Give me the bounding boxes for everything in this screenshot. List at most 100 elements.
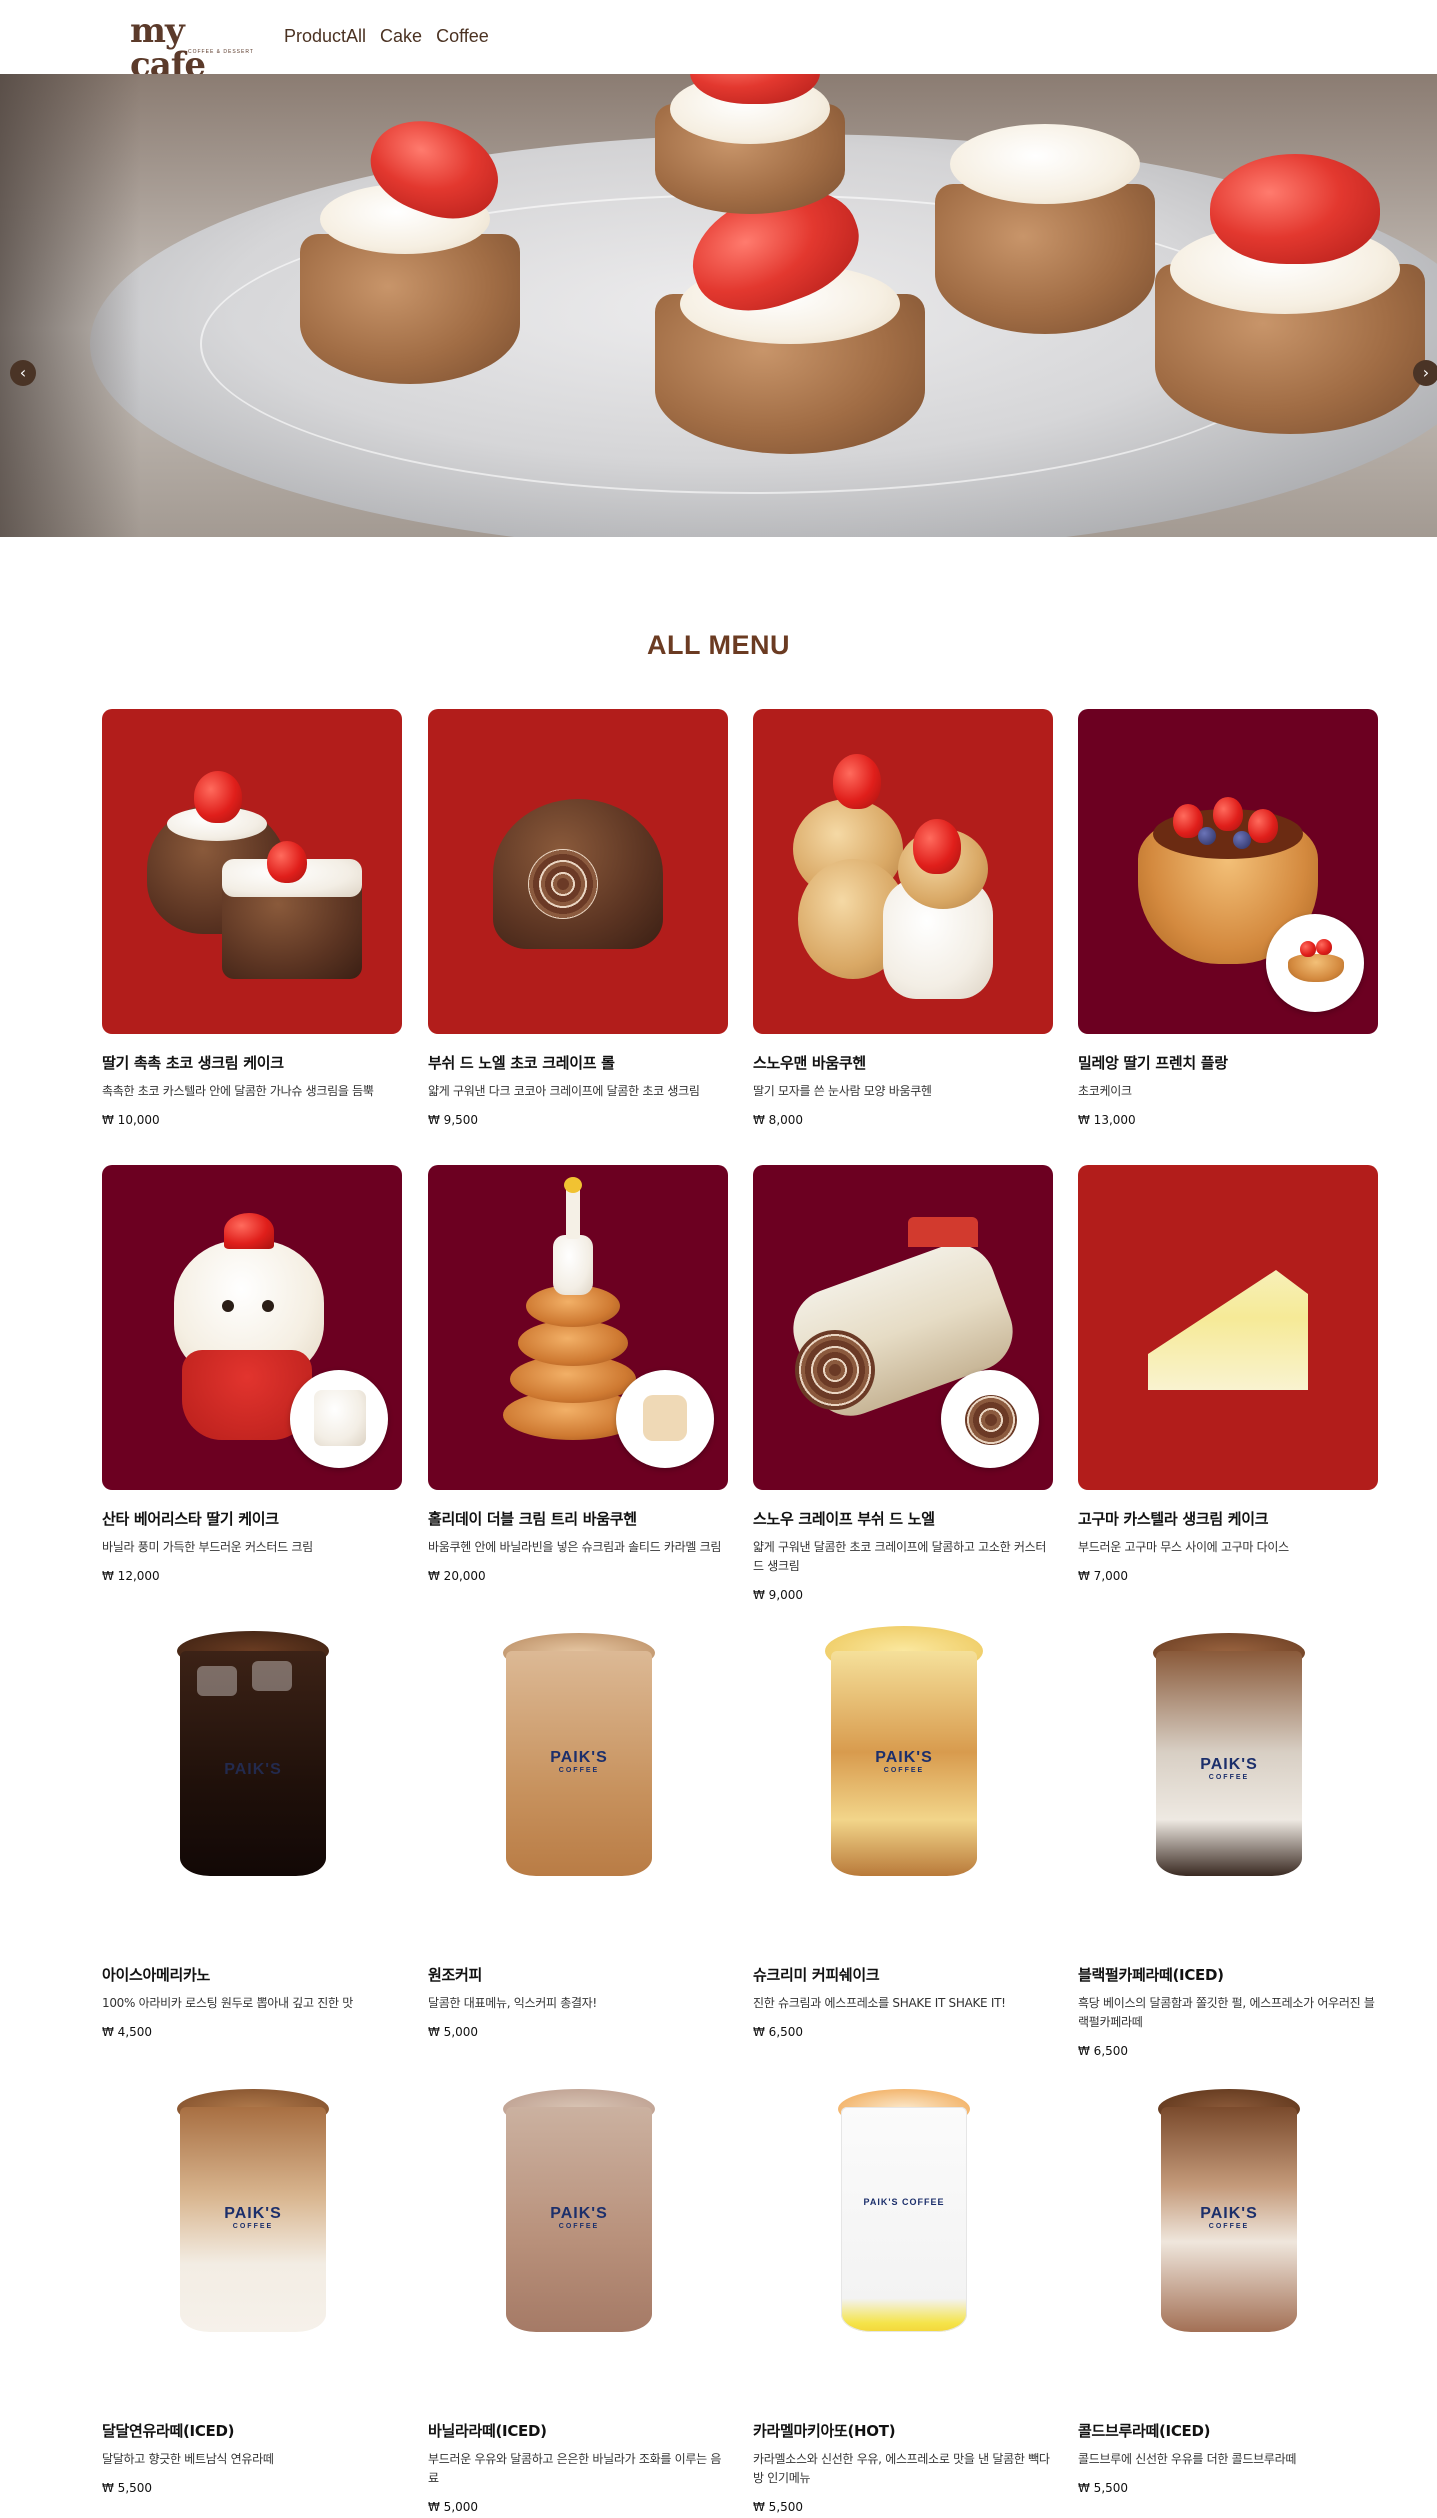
cup-brand-label: PAIK'S xyxy=(1200,2205,1258,2222)
product-price: ₩ 5,500 xyxy=(1078,2481,1129,2495)
product-name[interactable]: 블랙펄카페라떼(ICED) xyxy=(1078,1964,1378,1985)
product-name[interactable]: 콜드브루라떼(ICED) xyxy=(1078,2420,1378,2441)
product-image[interactable]: PAIK'S COFFEE xyxy=(428,2077,728,2402)
hero-carousel: ‹ › 15 xyxy=(0,74,1437,537)
product-description: 부드러운 우유와 달콤하고 은은한 바닐라가 조화를 이루는 음료 xyxy=(428,2452,722,2485)
product-card[interactable]: PAIK'S COFFEE 블랙펄카페라떼(ICED) 흑당 베이스의 달콤함과 … xyxy=(1078,1621,1378,2058)
strawberry-tart-image xyxy=(650,74,850,214)
product-card[interactable]: 밀레앙 딸기 프렌치 플랑 초코케이크 ₩ 13,000 xyxy=(1078,709,1378,1127)
product-image[interactable]: PAIK'S COFFEE xyxy=(753,2077,1053,2402)
product-card[interactable]: PAIK'S COFFEE 카라멜마키아또(HOT) 카라멜소스와 신선한 우유… xyxy=(753,2077,1053,2514)
product-description: 얇게 구워낸 다크 코코아 크레이프에 달콤한 초코 생크림 xyxy=(428,1084,700,1098)
product-price: ₩ 5,500 xyxy=(102,2481,153,2495)
product-price: ₩ 20,000 xyxy=(428,1569,486,1583)
product-card[interactable]: 딸기 촉촉 초코 생크림 케이크 촉촉한 초코 카스텔라 안에 달콤한 가나슈 … xyxy=(102,709,402,1127)
product-price: ₩ 10,000 xyxy=(102,1113,160,1127)
product-description: 카라멜소스와 신선한 우유, 에스프레소로 맛을 낸 달콤한 빽다방 인기메뉴 xyxy=(753,2452,1050,2485)
product-price: ₩ 9,500 xyxy=(428,1113,479,1127)
product-image[interactable] xyxy=(102,709,402,1034)
product-card[interactable]: PAIK'S 아이스아메리카노 100% 아라비카 로스팅 원두로 뽑아내 깊고… xyxy=(102,1621,402,2039)
product-image[interactable] xyxy=(428,709,728,1034)
product-price: ₩ 7,000 xyxy=(1078,1569,1129,1583)
product-description: 바움쿠헨 안에 바닐라빈을 넣은 슈크림과 솔티드 카라멜 크림 xyxy=(428,1540,722,1554)
product-description: 달콤한 대표메뉴, 익스커피 총결자! xyxy=(428,1996,597,2010)
product-card[interactable]: 스노우 크레이프 부쉬 드 노엘 얇게 구워낸 달콤한 초코 크레이프에 달콤하… xyxy=(753,1165,1053,1602)
product-name[interactable]: 딸기 촉촉 초코 생크림 케이크 xyxy=(102,1052,402,1073)
logo-subtitle: COFFEE & DESSERT xyxy=(188,49,254,55)
product-image[interactable] xyxy=(428,1165,728,1490)
product-description: 흑당 베이스의 달콤함과 쫄깃한 펄, 에스프레소가 어우러진 블랙펄카페라떼 xyxy=(1078,1996,1375,2029)
nav-item-productall[interactable]: ProductAll xyxy=(284,26,366,47)
product-image[interactable] xyxy=(102,1165,402,1490)
product-card[interactable]: PAIK'S COFFEE 콜드브루라떼(ICED) 콜드브루에 신선한 우유를 … xyxy=(1078,2077,1378,2495)
product-description: 촉촉한 초코 카스텔라 안에 달콤한 가나슈 생크림을 듬뿍 xyxy=(102,1084,374,1098)
cup-brand-sub: COFFEE xyxy=(558,1767,600,1774)
product-name[interactable]: 밀레앙 딸기 프렌치 플랑 xyxy=(1078,1052,1378,1073)
product-price: ₩ 5,000 xyxy=(428,2500,479,2514)
cup-brand-label: PAIK'S xyxy=(1200,1756,1258,1773)
cup-brand-sub: COFFEE xyxy=(1208,2223,1250,2230)
product-card[interactable]: 고구마 카스텔라 생크림 케이크 부드러운 고구마 무스 사이에 고구마 다이스… xyxy=(1078,1165,1378,1583)
product-price: ₩ 6,500 xyxy=(1078,2044,1129,2058)
product-name[interactable]: 고구마 카스텔라 생크림 케이크 xyxy=(1078,1508,1378,1529)
product-image[interactable]: PAIK'S COFFEE xyxy=(102,2077,402,2402)
product-image[interactable] xyxy=(1078,1165,1378,1490)
product-card[interactable]: 홀리데이 더블 크림 트리 바움쿠헨 바움쿠헨 안에 바닐라빈을 넣은 슈크림과… xyxy=(428,1165,728,1583)
main-nav: ProductAll Cake Coffee xyxy=(284,26,489,47)
strawberry-tart-image xyxy=(650,168,930,454)
product-name[interactable]: 슈크리미 커피쉐이크 xyxy=(753,1964,1053,1985)
product-name[interactable]: 아이스아메리카노 xyxy=(102,1964,402,1985)
site-header: my cafe COFFEE & DESSERT ProductAll Cake… xyxy=(0,0,1437,82)
product-name[interactable]: 스노우맨 바움쿠헨 xyxy=(753,1052,1053,1073)
product-name[interactable]: 달달연유라떼(ICED) xyxy=(102,2420,402,2441)
product-price: ₩ 8,000 xyxy=(753,1113,804,1127)
product-description: 부드러운 고구마 무스 사이에 고구마 다이스 xyxy=(1078,1540,1289,1554)
nav-item-cake[interactable]: Cake xyxy=(380,26,422,47)
cup-brand-sub: COFFEE xyxy=(558,2223,600,2230)
cup-brand-label: PAIK'S xyxy=(875,1749,933,1766)
cup-brand-label: PAIK'S xyxy=(550,1749,608,1766)
product-card[interactable]: 산타 베어리스타 딸기 케이크 바닐라 풍미 가득한 부드러운 커스터드 크림 … xyxy=(102,1165,402,1583)
nav-item-coffee[interactable]: Coffee xyxy=(436,26,489,47)
cup-brand-label: PAIK'S xyxy=(224,1761,282,1778)
product-image[interactable]: PAIK'S COFFEE xyxy=(753,1621,1053,1946)
product-price: ₩ 6,500 xyxy=(753,2025,804,2039)
product-card[interactable]: PAIK'S COFFEE 슈크리미 커피쉐이크 진한 슈크림과 에스프레소를 S… xyxy=(753,1621,1053,2039)
product-name[interactable]: 부쉬 드 노엘 초코 크레이프 롤 xyxy=(428,1052,728,1073)
product-image[interactable] xyxy=(753,709,1053,1034)
product-name[interactable]: 바닐라라떼(ICED) xyxy=(428,2420,728,2441)
product-description: 진한 슈크림과 에스프레소를 SHAKE IT SHAKE IT! xyxy=(753,1996,1006,2010)
product-name[interactable]: 산타 베어리스타 딸기 케이크 xyxy=(102,1508,402,1529)
product-price: ₩ 5,500 xyxy=(753,2500,804,2514)
product-card[interactable]: PAIK'S COFFEE 달달연유라떼(ICED) 달달하고 향긋한 베트남식 … xyxy=(102,2077,402,2495)
product-card[interactable]: 부쉬 드 노엘 초코 크레이프 롤 얇게 구워낸 다크 코코아 크레이프에 달콤… xyxy=(428,709,728,1127)
section-title: ALL MENU xyxy=(647,630,790,660)
product-card[interactable]: PAIK'S COFFEE 바닐라라떼(ICED) 부드러운 우유와 달콤하고 은… xyxy=(428,2077,728,2514)
product-price: ₩ 13,000 xyxy=(1078,1113,1136,1127)
product-price: ₩ 12,000 xyxy=(102,1569,160,1583)
product-description: 바닐라 풍미 가득한 부드러운 커스터드 크림 xyxy=(102,1540,313,1554)
product-card[interactable]: 스노우맨 바움쿠헨 딸기 모자를 쓴 눈사람 모양 바움쿠헨 ₩ 8,000 xyxy=(753,709,1053,1127)
product-description: 콜드브루에 신선한 우유를 더한 콜드브루라떼 xyxy=(1078,2452,1297,2466)
brand-logo[interactable]: my cafe COFFEE & DESSERT xyxy=(130,14,256,82)
product-image[interactable] xyxy=(1078,709,1378,1034)
strawberry-tart-image xyxy=(290,104,530,384)
product-price: ₩ 5,000 xyxy=(428,2025,479,2039)
product-image[interactable]: PAIK'S COFFEE xyxy=(1078,2077,1378,2402)
carousel-prev-button[interactable]: ‹ xyxy=(10,360,36,386)
product-description: 딸기 모자를 쓴 눈사람 모양 바움쿠헨 xyxy=(753,1084,932,1098)
carousel-next-button[interactable]: › xyxy=(1413,360,1437,386)
product-image[interactable]: PAIK'S COFFEE xyxy=(428,1621,728,1946)
product-description: 100% 아라비카 로스팅 원두로 뽑아내 깊고 진한 맛 xyxy=(102,1996,354,2010)
product-name[interactable]: 카라멜마키아또(HOT) xyxy=(753,2420,1053,2441)
product-image[interactable]: PAIK'S COFFEE xyxy=(1078,1621,1378,1946)
product-price: ₩ 9,000 xyxy=(753,1588,804,1602)
product-image[interactable] xyxy=(753,1165,1053,1490)
cup-brand-sub: COFFEE xyxy=(883,1767,925,1774)
product-image[interactable]: PAIK'S xyxy=(102,1621,402,1946)
strawberry-tart-image xyxy=(1150,134,1430,434)
product-name[interactable]: 스노우 크레이프 부쉬 드 노엘 xyxy=(753,1508,1053,1529)
product-card[interactable]: PAIK'S COFFEE 원조커피 달콤한 대표메뉴, 익스커피 총결자! ₩ … xyxy=(428,1621,728,2039)
product-name[interactable]: 원조커피 xyxy=(428,1964,728,1985)
product-name[interactable]: 홀리데이 더블 크림 트리 바움쿠헨 xyxy=(428,1508,728,1529)
